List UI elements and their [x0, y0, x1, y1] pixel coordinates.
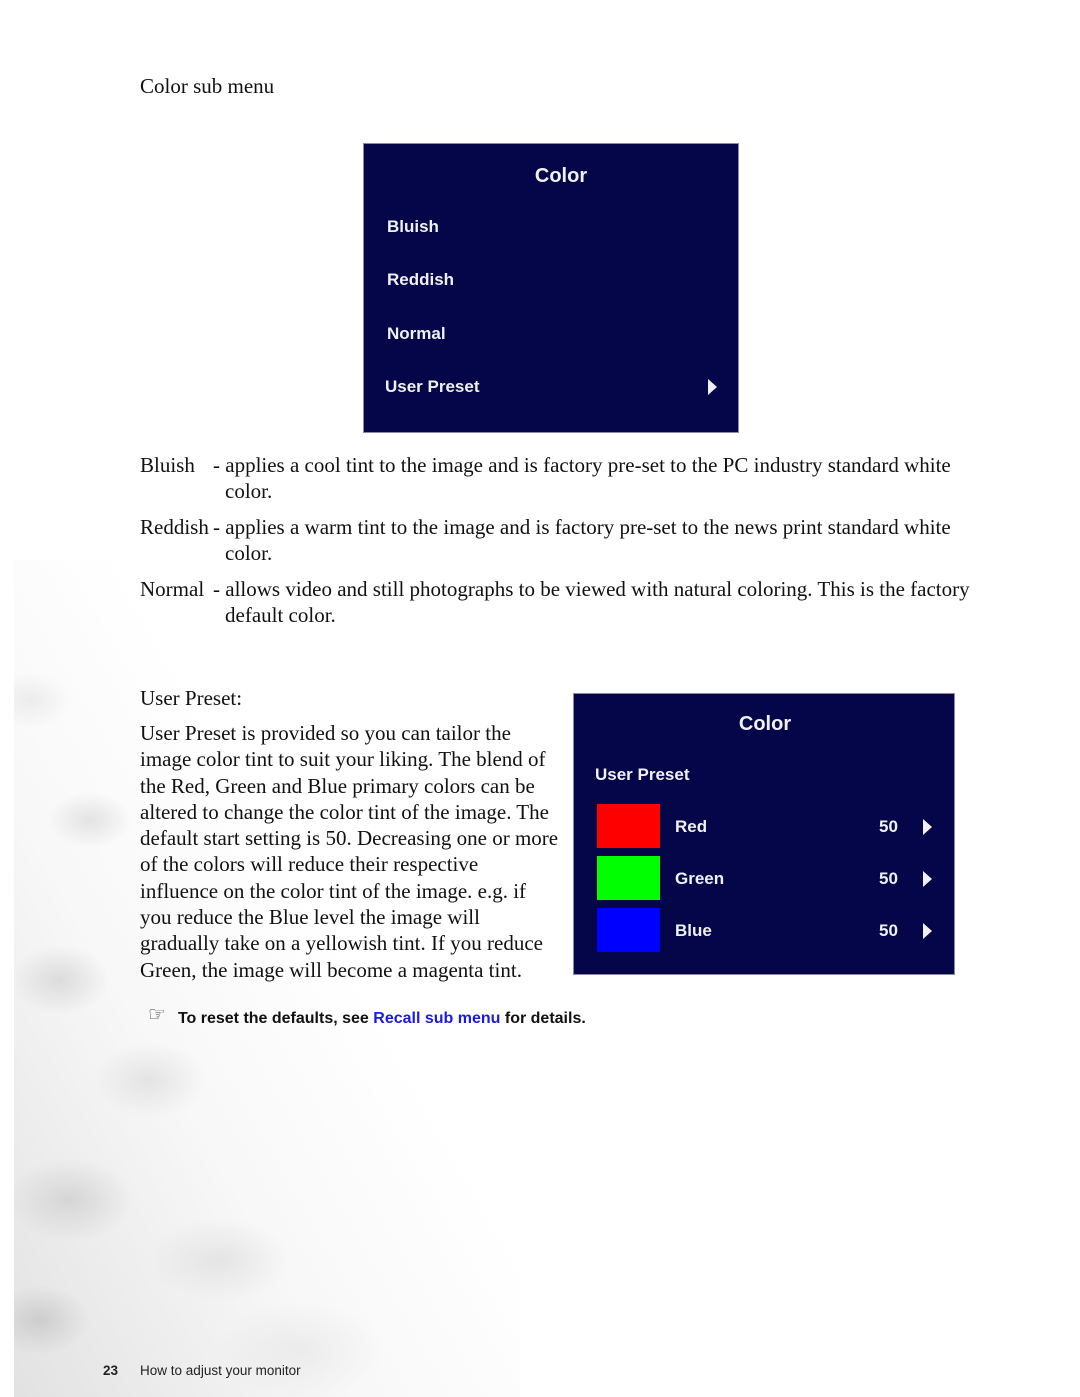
recall-sub-menu-link[interactable]: Recall sub menu — [373, 1010, 500, 1028]
blue-swatch — [597, 908, 660, 952]
definition-description: - applies a warm tint to the image and i… — [213, 515, 951, 565]
channel-label-green[interactable]: Green — [675, 869, 724, 889]
increase-arrow-icon[interactable] — [923, 923, 932, 939]
page-footer: 23 How to adjust your monitor — [103, 1363, 301, 1378]
channel-label-blue[interactable]: Blue — [675, 921, 712, 941]
submenu-arrow-icon — [708, 379, 717, 395]
pointing-hand-icon: ☞ — [148, 1004, 166, 1026]
red-swatch — [597, 804, 660, 848]
osd-item-bluish[interactable]: Bluish — [387, 217, 439, 237]
osd-menu-title: Color — [738, 713, 792, 735]
osd-menu-title: Color — [534, 165, 588, 187]
increase-arrow-icon[interactable] — [923, 819, 932, 835]
osd-item-reddish[interactable]: Reddish — [387, 270, 454, 290]
osd-item-user-preset[interactable]: User Preset — [385, 377, 480, 397]
definition-description: - allows video and still photographs to … — [213, 577, 970, 627]
channel-value-red: 50 — [879, 817, 898, 836]
definition-term: Reddish — [140, 515, 209, 539]
definition-description: - applies a cool tint to the image and i… — [213, 453, 951, 503]
note-text-after: for details. — [504, 1009, 586, 1027]
definition-reddish: Reddish - applies a warm tint to the ima… — [140, 514, 970, 566]
page-edge — [0, 560, 14, 1397]
definition-normal: Normal - allows video and still photogra… — [140, 576, 970, 628]
user-preset-heading: User Preset: — [140, 686, 243, 710]
increase-arrow-icon[interactable] — [923, 871, 932, 887]
user-preset-body: User Preset is provided so you can tailo… — [140, 721, 559, 982]
osd-item-normal[interactable]: Normal — [387, 324, 446, 344]
channel-value-blue: 50 — [879, 921, 898, 940]
page-number: 23 — [103, 1363, 119, 1378]
definition-bluish: Bluish - applies a cool tint to the imag… — [140, 452, 970, 504]
chapter-title: How to adjust your monitor — [140, 1363, 301, 1378]
osd-color-menu: Color Bluish Reddish Normal User Preset — [363, 143, 739, 433]
reset-note: ☞ To reset the defaults, see Recall sub … — [148, 1004, 586, 1031]
definition-term: Normal — [140, 577, 205, 601]
channel-value-green: 50 — [879, 869, 898, 888]
definitions-list: Bluish - applies a cool tint to the imag… — [140, 452, 970, 638]
osd-subtitle: User Preset — [595, 765, 690, 784]
definition-term: Bluish — [140, 453, 195, 477]
note-text-before: To reset the defaults, see — [177, 1009, 369, 1027]
channel-label-red[interactable]: Red — [675, 817, 707, 837]
section-title: Color sub menu — [140, 74, 275, 98]
green-swatch — [597, 856, 660, 900]
osd-user-preset-menu: Color User Preset Red 50 Green 50 Blue 5… — [573, 693, 955, 975]
